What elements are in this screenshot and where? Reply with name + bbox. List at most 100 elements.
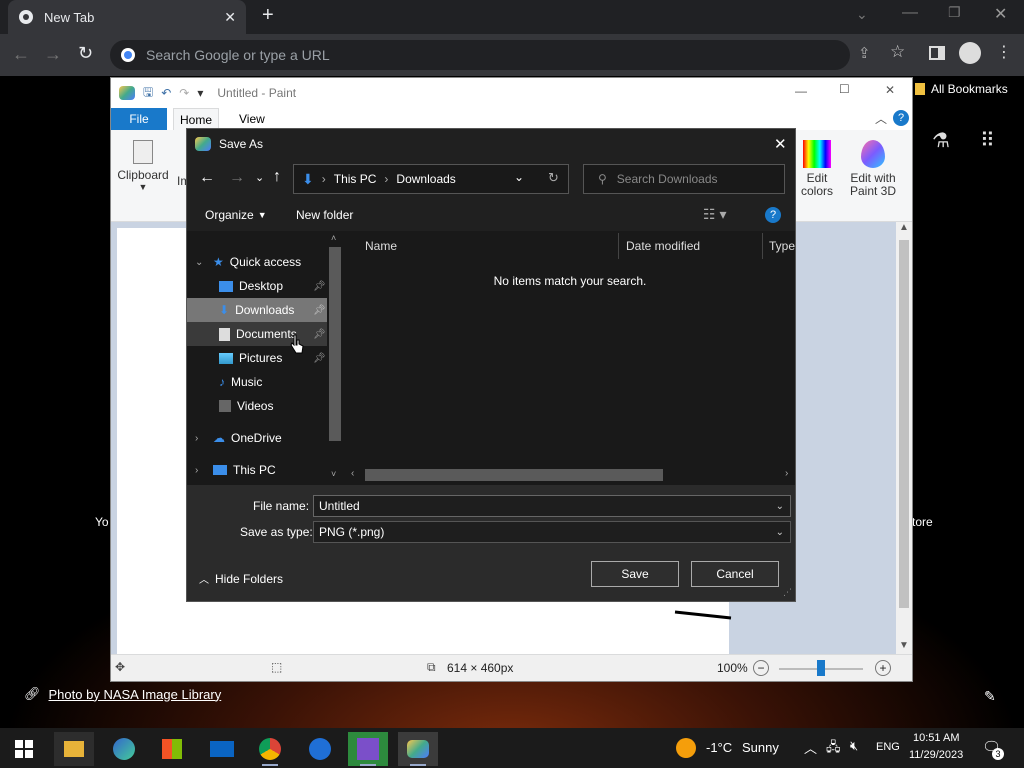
taskbar-edge[interactable]: [104, 732, 144, 766]
search-box[interactable]: ⚲ Search Downloads: [583, 164, 785, 194]
shortcut-right-label[interactable]: tore: [912, 515, 933, 529]
zoom-in-icon[interactable]: +: [875, 660, 891, 676]
address-bar[interactable]: Search Google or type a URL: [110, 40, 850, 70]
nav-music[interactable]: ♪ Music: [187, 370, 327, 394]
edit-paint3d-button[interactable]: Edit with Paint 3D: [845, 134, 901, 214]
new-tab-button[interactable]: +: [262, 4, 274, 27]
close-window-icon[interactable]: ✕: [994, 4, 1007, 24]
clock-time[interactable]: 10:51 AM: [913, 732, 959, 744]
start-button[interactable]: [4, 732, 44, 766]
apps-grid-icon[interactable]: ⠿: [980, 128, 995, 153]
collapse-ribbon-icon[interactable]: ︿: [875, 110, 887, 127]
horizontal-scrollbar[interactable]: ‹ ›: [347, 467, 795, 483]
nav-this-pc[interactable]: › This PC: [187, 458, 327, 482]
taskbar-chrome[interactable]: [250, 732, 290, 766]
taskbar-mail[interactable]: [202, 732, 242, 766]
scroll-left-icon[interactable]: ‹: [351, 468, 354, 479]
scroll-up-icon[interactable]: ˄: [331, 233, 336, 243]
redo-icon[interactable]: ↷: [179, 86, 189, 100]
paint-close-icon[interactable]: ✕: [885, 83, 895, 97]
scroll-up-icon[interactable]: ▲: [899, 222, 909, 233]
forward-icon[interactable]: →: [44, 44, 62, 65]
clock-date[interactable]: 11/29/2023: [909, 749, 963, 761]
customize-pencil-icon[interactable]: ✎: [984, 688, 996, 705]
breadcrumb[interactable]: ⬇ › This PC › Downloads ⌄ ↻: [293, 164, 569, 194]
taskbar-file-explorer[interactable]: [54, 732, 94, 766]
nav-videos[interactable]: Videos: [187, 394, 327, 418]
nav-quick-access[interactable]: ⌄ ★ Quick access: [187, 250, 327, 274]
network-icon[interactable]: 🖧︎: [826, 738, 841, 760]
scroll-right-icon[interactable]: ›: [785, 468, 788, 479]
help-icon[interactable]: ?: [893, 110, 909, 126]
labs-flask-icon[interactable]: ⚗: [932, 128, 950, 153]
profile-icon[interactable]: [959, 42, 981, 64]
taskbar-paint[interactable]: [398, 732, 438, 766]
tab-new-tab[interactable]: New Tab ✕: [8, 0, 246, 34]
paint-minimize-icon[interactable]: —: [795, 84, 807, 98]
scroll-thumb[interactable]: [329, 247, 341, 441]
taskbar-store[interactable]: [152, 732, 192, 766]
up-icon[interactable]: ↑: [273, 168, 281, 186]
tab-view[interactable]: View: [239, 112, 265, 126]
file-name-input[interactable]: Untitled ⌄: [313, 495, 791, 517]
new-folder-button[interactable]: New folder: [296, 208, 353, 222]
photo-credit-link[interactable]: 🔗︎ Photo by NASA Image Library: [24, 686, 221, 702]
back-icon[interactable]: ←: [199, 169, 215, 187]
back-icon[interactable]: ←: [12, 44, 30, 65]
nav-scrollbar[interactable]: ˄ ˅: [327, 231, 343, 485]
edit-colors-button[interactable]: Edit colors: [797, 134, 837, 214]
breadcrumb-downloads[interactable]: Downloads: [396, 172, 455, 186]
column-name[interactable]: Name: [365, 239, 397, 253]
nav-downloads[interactable]: ⬇ Downloads 📌︎: [187, 298, 327, 322]
zoom-out-icon[interactable]: −: [753, 660, 769, 676]
weather-temp[interactable]: -1°C: [706, 740, 732, 755]
save-type-select[interactable]: PNG (*.png) ⌄: [313, 521, 791, 543]
scroll-thumb[interactable]: [899, 240, 909, 608]
column-date-modified[interactable]: Date modified: [626, 239, 700, 253]
language-indicator[interactable]: ENG: [876, 741, 900, 753]
dialog-close-icon[interactable]: ✕: [774, 135, 787, 153]
save-quick-icon[interactable]: 🖫︎: [143, 83, 153, 104]
nav-onedrive[interactable]: › ☁ OneDrive: [187, 426, 327, 450]
taskbar-visual-studio[interactable]: [348, 732, 388, 766]
nav-documents[interactable]: Documents 📌︎: [187, 322, 327, 346]
view-options-icon[interactable]: ☷ ▾: [703, 206, 726, 223]
refresh-icon[interactable]: ↻: [548, 170, 559, 186]
help-icon[interactable]: ?: [765, 207, 781, 223]
close-tab-icon[interactable]: ✕: [224, 9, 236, 26]
scroll-thumb[interactable]: [365, 469, 663, 481]
column-divider[interactable]: [618, 233, 619, 259]
breadcrumb-this-pc[interactable]: This PC: [334, 172, 377, 186]
weather-text[interactable]: Sunny: [742, 740, 779, 755]
weather-sun-icon[interactable]: [676, 738, 696, 758]
share-icon[interactable]: ⇪: [858, 44, 871, 62]
all-bookmarks[interactable]: All Bookmarks: [915, 82, 1008, 96]
minimize-icon[interactable]: —: [902, 4, 918, 22]
scroll-down-icon[interactable]: ▼: [899, 640, 909, 651]
recent-dropdown-icon[interactable]: ⌄: [255, 171, 264, 184]
zoom-slider-thumb[interactable]: [817, 660, 825, 676]
shortcut-left-label[interactable]: Yo: [95, 515, 109, 529]
vertical-scrollbar[interactable]: ▲ ▼: [896, 222, 912, 654]
column-divider[interactable]: [762, 233, 763, 259]
tab-file[interactable]: File: [111, 108, 167, 130]
chevron-down-icon[interactable]: ⌄: [776, 527, 784, 538]
nav-pictures[interactable]: Pictures 📌︎: [187, 346, 327, 370]
cancel-button[interactable]: Cancel: [691, 561, 779, 587]
tab-search-icon[interactable]: ⌄: [856, 6, 868, 23]
tab-home[interactable]: Home: [173, 108, 219, 130]
forward-icon[interactable]: →: [229, 169, 245, 187]
column-type[interactable]: Type: [769, 239, 795, 253]
restore-icon[interactable]: ❐: [948, 4, 961, 21]
menu-kebab-icon[interactable]: ⋮: [996, 42, 1012, 62]
chevron-down-icon[interactable]: ⌄: [776, 501, 784, 512]
sidepanel-icon[interactable]: [929, 46, 945, 60]
tray-overflow-icon[interactable]: ︿: [804, 738, 817, 757]
organize-button[interactable]: Organize ▼: [205, 208, 267, 222]
clipboard-group[interactable]: Clipboard ▼: [115, 134, 171, 214]
hide-folders-button[interactable]: ︿ Hide Folders: [199, 571, 283, 587]
resize-grip-icon[interactable]: ⋰: [783, 587, 792, 598]
paint-maximize-icon[interactable]: ☐: [839, 82, 850, 96]
save-button[interactable]: Save: [591, 561, 679, 587]
nav-desktop[interactable]: Desktop 📌︎: [187, 274, 327, 298]
